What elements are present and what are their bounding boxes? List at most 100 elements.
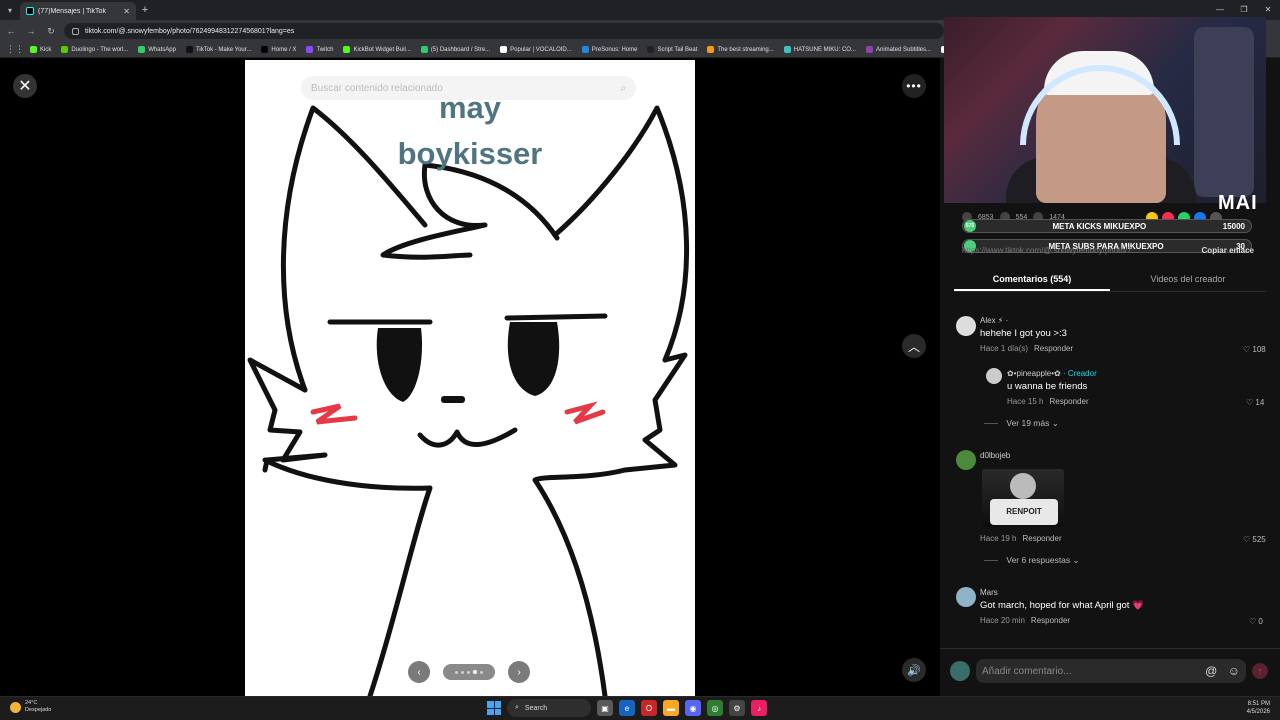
reply-button[interactable]: Responder <box>1049 397 1088 406</box>
heart-icon[interactable]: ♡ <box>1243 345 1250 354</box>
forward-icon[interactable]: → <box>24 26 38 36</box>
post-link-preview[interactable]: https://www.tiktok.com/@.snowyfemboy/pho… <box>962 246 1138 255</box>
bookmark-item[interactable]: TikTok - Make Your... <box>185 46 251 53</box>
reply-button[interactable]: Responder <box>1031 616 1070 625</box>
pager-dot[interactable] <box>473 670 477 674</box>
reply-author-name: ✿•pineapple•✿ <box>1007 369 1063 378</box>
pager-dot[interactable] <box>455 670 458 674</box>
heart-icon[interactable]: ♡ <box>1246 398 1253 407</box>
edge-icon[interactable]: e <box>619 700 635 716</box>
comment-avatar-d0lbojeb[interactable] <box>956 450 976 470</box>
reply-like[interactable]: ♡ 14 <box>1246 398 1264 407</box>
bookmark-item[interactable]: Popular | VOCALOID... <box>500 46 572 53</box>
comment-author[interactable]: Alex ⚡ · <box>980 316 1008 325</box>
weather-widget[interactable]: 24°C Despejado <box>10 700 51 714</box>
copy-link-button[interactable]: Copiar enlace <box>1202 246 1254 255</box>
taskbar-search[interactable]: ⌕ Search <box>507 699 591 717</box>
tab-comments[interactable]: Comentarios (554) <box>954 270 1110 291</box>
file-explorer-icon[interactable]: ▬ <box>663 700 679 716</box>
reply-time: Hace 15 h <box>1007 397 1044 406</box>
volume-button[interactable]: 🔊 <box>902 658 926 682</box>
site-info-icon[interactable] <box>72 27 79 35</box>
bookmark-favicon-icon <box>581 46 589 53</box>
reload-icon[interactable]: ↻ <box>44 26 58 37</box>
bookmark-item[interactable]: Kick <box>30 46 51 53</box>
prev-photo-button[interactable]: ‹ <box>408 661 430 683</box>
new-tab-button[interactable]: + <box>136 4 154 16</box>
bookmark-item[interactable]: WhatsApp <box>138 46 176 53</box>
comment-like[interactable]: ♡ 108 <box>1243 345 1266 354</box>
bookmark-item[interactable]: Animated Subtitles... <box>865 46 931 53</box>
windows-start-icon[interactable] <box>487 701 501 715</box>
previous-post-button[interactable]: ︿ <box>902 334 926 358</box>
view-replies-button[interactable]: Ver 6 respuestas ⌄ <box>984 555 1080 566</box>
bookmark-item[interactable]: The best streaming... <box>707 46 774 53</box>
bookmark-favicon-icon <box>783 46 791 53</box>
tab-search-icon[interactable]: ▾ <box>0 0 20 20</box>
apps-grid-icon[interactable]: ⋮⋮ <box>6 44 24 55</box>
bookmark-label: PreSonus: Home <box>591 46 638 53</box>
settings-gear-icon[interactable]: ⚙ <box>729 700 745 716</box>
url-input[interactable]: tiktok.com/@.snowyfemboy/photo/762499483… <box>64 23 944 39</box>
bookmark-item[interactable]: HATSUNE MIKU: CO... <box>783 46 856 53</box>
pager-dot[interactable] <box>467 670 470 674</box>
opera-icon[interactable]: O <box>641 700 657 716</box>
bookmark-label: HATSUNE MIKU: CO... <box>793 46 856 53</box>
bookmark-label: KickBot Widget Buil... <box>353 46 411 53</box>
user-avatar[interactable] <box>950 661 970 681</box>
system-clock[interactable]: 8:51 PM 4/5/2026 <box>1247 700 1270 716</box>
comment-author[interactable]: Mars <box>980 588 998 597</box>
comment-input[interactable]: Añadir comentario... @ ☺ <box>976 659 1246 683</box>
music-app-icon[interactable]: ♪ <box>751 700 767 716</box>
more-options-button[interactable]: ••• <box>902 74 926 98</box>
chevron-down-icon: ⌄ <box>1072 555 1080 565</box>
next-photo-button[interactable]: › <box>508 661 530 683</box>
tab-close-icon[interactable]: ✕ <box>123 7 130 16</box>
chrome-icon[interactable]: ◎ <box>707 700 723 716</box>
reply-text: u wanna be friends <box>1007 381 1088 392</box>
taskbar-center: ⌕ Search ▣ e O ▬ ◉ ◎ ⚙ ♪ <box>487 699 767 717</box>
comment-avatar-alex[interactable] <box>956 316 976 336</box>
clock-date: 4/5/2026 <box>1246 709 1270 715</box>
bookmark-item[interactable]: (5) Dashboard / Stre... <box>420 46 490 53</box>
pager-dot[interactable] <box>461 670 464 674</box>
discord-icon[interactable]: ◉ <box>685 700 701 716</box>
reply-author[interactable]: ✿•pineapple•✿ · Creador <box>1007 369 1097 378</box>
like-count: 0 <box>1258 617 1263 626</box>
emoji-icon[interactable]: ☺ <box>1228 664 1240 678</box>
comment-input-bar: Añadir comentario... @ ☺ ↑ <box>940 648 1280 696</box>
view-more-replies-button[interactable]: Ver 19 más ⌄ <box>984 418 1059 429</box>
comment-avatar-mars[interactable] <box>956 587 976 607</box>
reply-button[interactable]: Responder <box>1022 534 1061 543</box>
reply-button[interactable]: Responder <box>1034 344 1073 353</box>
browser-tab-tiktok[interactable]: (77)Mensajes | TikTok ✕ <box>20 2 136 20</box>
bookmark-label: Duolingo - The worl... <box>71 46 129 53</box>
bookmark-item[interactable]: Home / X <box>261 46 296 53</box>
link-row: https://www.tiktok.com/@.snowyfemboy/pho… <box>962 243 1254 257</box>
back-icon[interactable]: ← <box>4 26 18 36</box>
task-view-icon[interactable]: ▣ <box>597 700 613 716</box>
comment-image[interactable]: RENPOIT <box>982 469 1064 527</box>
mention-icon[interactable]: @ <box>1205 664 1217 678</box>
view-replies-label: Ver 6 respuestas <box>1006 555 1071 565</box>
photo-viewer: ✕ ••• ︿ 🔊 Buscar contenido relacionado ⌕… <box>0 58 940 696</box>
comment-like[interactable]: ♡ 0 <box>1249 617 1263 626</box>
comment-author[interactable]: d0lbojeb <box>980 451 1010 460</box>
tab-creator-videos[interactable]: Videos del creador <box>1110 270 1266 291</box>
heart-icon[interactable]: ♡ <box>1243 535 1250 544</box>
send-comment-button[interactable]: ↑ <box>1252 663 1268 679</box>
heart-icon[interactable]: ♡ <box>1249 617 1256 626</box>
bookmark-item[interactable]: KickBot Widget Buil... <box>343 46 411 53</box>
bookmark-item[interactable]: Duolingo - The worl... <box>61 46 128 53</box>
close-viewer-button[interactable]: ✕ <box>13 74 37 98</box>
bookmark-label: WhatsApp <box>148 46 176 53</box>
bookmark-item[interactable]: Script Tail Beat <box>647 46 697 53</box>
bookmark-item[interactable]: Twitch <box>306 46 333 53</box>
comment-meta: Hace 20 min Responder <box>980 616 1070 625</box>
comment-like[interactable]: ♡ 525 <box>1243 535 1266 544</box>
post-photo[interactable]: Buscar contenido relacionado ⌕ may boyki… <box>245 60 695 696</box>
pager-dot[interactable] <box>480 670 483 674</box>
webcam-overlay <box>944 17 1266 203</box>
bookmark-item[interactable]: PreSonus: Home <box>581 46 638 53</box>
reply-avatar-pineapple[interactable] <box>986 368 1002 384</box>
